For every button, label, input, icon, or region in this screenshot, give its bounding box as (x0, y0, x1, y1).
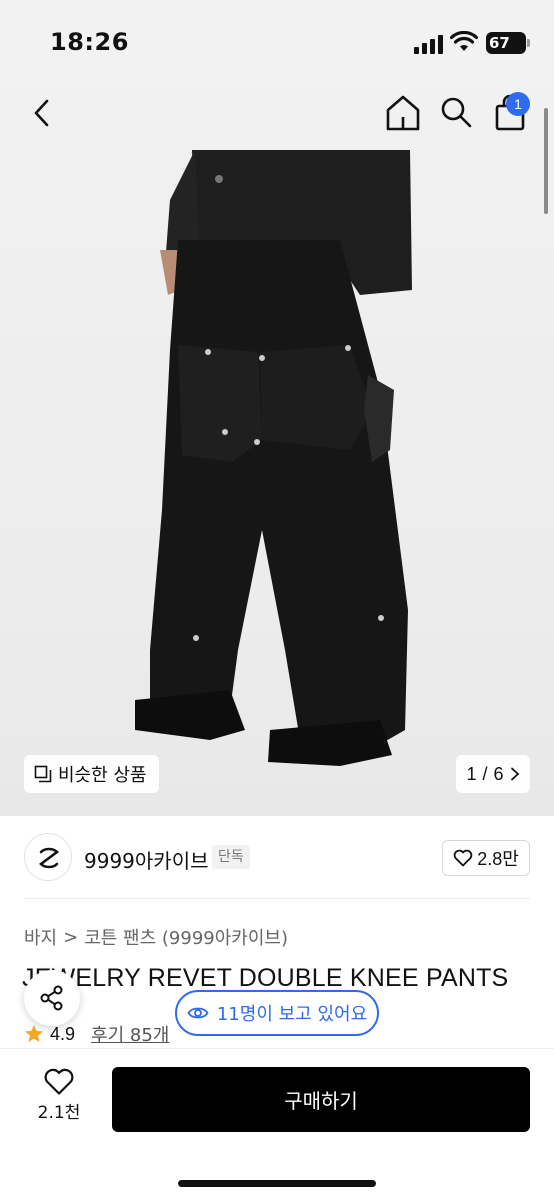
page-total: 6 (493, 763, 504, 784)
status-time: 18:26 (50, 28, 129, 56)
seller-logo-icon (39, 847, 59, 869)
similar-products-button[interactable]: 비슷한 상품 (24, 755, 159, 793)
search-icon[interactable] (438, 94, 474, 130)
wishlist-button[interactable]: 2.1천 (24, 1068, 94, 1132)
scroll-indicator (544, 108, 548, 214)
viewer-count-notice: 11명이 보고 있어요 (175, 990, 379, 1036)
breadcrumb-category[interactable]: 바지 (24, 924, 57, 950)
chevron-right-icon (510, 767, 519, 781)
wifi-icon (450, 31, 478, 51)
cellular-signal-icon (414, 34, 444, 54)
seller-avatar[interactable] (24, 833, 72, 881)
review-count-link[interactable]: 후기 85개 (91, 1021, 169, 1047)
page-current: 1 (466, 763, 477, 784)
status-bar: 18:26 67 (0, 0, 554, 90)
image-page-indicator[interactable]: 1 / 6 (456, 755, 530, 793)
exclusive-badge: 단독 (212, 845, 250, 869)
cart-count-badge: 1 (506, 92, 530, 116)
product-title: JEWELRY REVET DOUBLE KNEE PANTS (22, 964, 509, 992)
similar-items-icon (34, 765, 52, 783)
similar-products-label: 비슷한 상품 (58, 765, 147, 786)
home-indicator (178, 1180, 376, 1187)
seller-like-button[interactable]: 2.8만 (442, 840, 530, 876)
battery-icon: 67 (486, 32, 530, 54)
heart-icon (44, 1068, 74, 1095)
product-image[interactable] (0, 90, 554, 816)
breadcrumb-subcategory[interactable]: 코튼 팬츠 (9999아카이브) (84, 924, 288, 950)
product-photo (135, 150, 412, 766)
share-button[interactable] (24, 970, 80, 1026)
heart-icon (453, 849, 473, 867)
viewer-count-text: 11명이 보고 있어요 (216, 1004, 368, 1025)
breadcrumb: 바지 > 코튼 팬츠 (9999아카이브) (24, 924, 288, 950)
rating-value: 4.9 (50, 1023, 76, 1044)
seller-name[interactable]: 9999아카이브 (84, 845, 209, 874)
divider (24, 898, 530, 899)
eye-icon (187, 1007, 209, 1019)
home-icon[interactable] (384, 93, 422, 133)
share-icon (40, 985, 63, 1011)
seller-like-count: 2.8만 (477, 849, 519, 869)
breadcrumb-separator: > (63, 926, 79, 948)
back-arrow-icon[interactable] (24, 95, 60, 131)
star-icon (25, 1025, 43, 1042)
page-separator: / (482, 763, 488, 784)
buy-button[interactable]: 구매하기 (112, 1067, 530, 1132)
wishlist-count: 2.1천 (37, 1103, 81, 1123)
